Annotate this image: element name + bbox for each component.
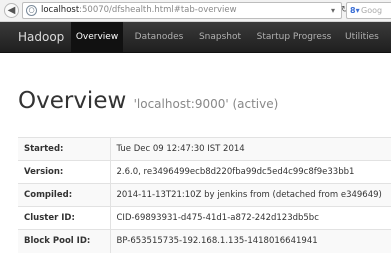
page-title: Overview 'localhost:9000' (active)	[18, 88, 278, 114]
table-row: Started: Tue Dec 09 12:47:30 IST 2014	[18, 137, 391, 161]
row-value: 2.6.0, re3496499ecb8d220fba99dc5ed4c99c8…	[110, 160, 391, 184]
table-row: Cluster ID: CID-69893931-d475-41d1-a872-…	[18, 206, 391, 230]
browser-address-bar: ◀ ○ localhost:50070/dfshealth.html#tab-o…	[0, 0, 391, 22]
globe-icon: ○	[26, 5, 37, 16]
row-label: Cluster ID:	[18, 206, 111, 230]
google-search-icon: 8▾	[350, 6, 360, 15]
url-path: :50070/dfshealth.html#tab-overview	[79, 5, 237, 15]
navbar: Hadoop Overview Datanodes Snapshot Start…	[0, 22, 391, 53]
url-text: localhost:50070/dfshealth.html#tab-overv…	[41, 3, 237, 18]
dropdown-arrow-icon[interactable]: ▾	[331, 3, 335, 18]
row-value: CID-69893931-d475-41d1-a872-242d123db5bc	[110, 206, 391, 230]
page-subtitle: 'localhost:9000' (active)	[133, 97, 279, 111]
tab-startup-progress[interactable]: Startup Progress	[251, 22, 337, 52]
navbar-brand[interactable]: Hadoop	[18, 22, 64, 52]
row-label: Block Pool ID:	[18, 229, 111, 253]
row-value: 2014-11-13T21:10Z by jenkins from (detac…	[110, 183, 391, 207]
row-label: Started:	[18, 137, 111, 161]
page-title-text: Overview	[18, 88, 127, 114]
row-value: Tue Dec 09 12:47:30 IST 2014	[110, 137, 391, 161]
table-row: Version: 2.6.0, re3496499ecb8d220fba99dc…	[18, 160, 391, 184]
back-arrow-icon[interactable]: ◀	[4, 3, 19, 18]
table-row: Block Pool ID: BP-653515735-192.168.1.13…	[18, 229, 391, 253]
tab-datanodes[interactable]: Datanodes	[127, 22, 191, 52]
table-row: Compiled: 2014-11-13T21:10Z by jenkins f…	[18, 183, 391, 207]
tab-overview[interactable]: Overview	[71, 22, 123, 52]
url-field[interactable]: ○ localhost:50070/dfshealth.html#tab-ove…	[22, 2, 349, 19]
overview-info-table: Started: Tue Dec 09 12:47:30 IST 2014 Ve…	[18, 137, 391, 253]
tab-utilities[interactable]: Utilities	[341, 22, 391, 52]
tab-snapshot[interactable]: Snapshot	[193, 22, 247, 52]
search-field[interactable]: 8▾ Goog	[346, 2, 391, 19]
row-label: Compiled:	[18, 183, 111, 207]
row-value: BP-653515735-192.168.1.135-1418016641941	[110, 229, 391, 253]
url-host: localhost	[41, 5, 80, 15]
row-label: Version:	[18, 160, 111, 184]
search-placeholder: Goog	[361, 6, 383, 15]
